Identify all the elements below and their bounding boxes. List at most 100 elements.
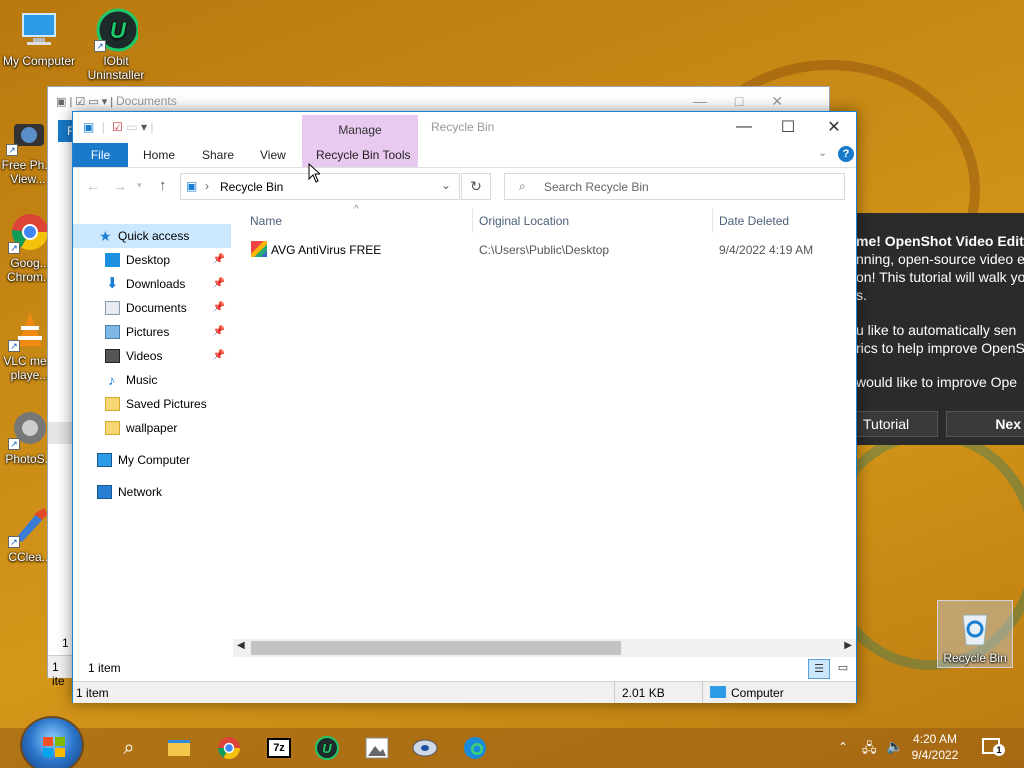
pin-icon: 📌 — [212, 326, 225, 337]
quick-access-toolbar[interactable]: ▣ | ☑ ▭ ▾ | — [83, 120, 153, 134]
up-arrow-icon[interactable]: ↑ — [159, 177, 167, 194]
column-separator[interactable] — [712, 209, 713, 233]
tab-file[interactable]: File — [73, 143, 128, 167]
window-controls[interactable]: —□✕ — [693, 93, 811, 110]
openshot-line: nning, open-source video e — [856, 251, 1024, 267]
forward-arrow-icon[interactable]: → — [113, 178, 127, 194]
chevron-down-icon[interactable]: ▾ — [141, 120, 147, 134]
desktop-icon-label: My Computer — [2, 54, 76, 68]
music-note-icon: ♪ — [108, 372, 115, 388]
tab-recycle-bin-tools[interactable]: Recycle Bin Tools — [306, 143, 421, 167]
tab-view[interactable]: View — [250, 143, 296, 167]
recycle-bin-icon — [953, 605, 997, 649]
document-icon — [105, 301, 120, 315]
back-arrow-icon[interactable]: ← — [86, 178, 100, 194]
ribbon-divider — [73, 167, 856, 168]
expand-ribbon-icon[interactable]: ⌄ — [818, 146, 827, 159]
file-explorer-taskbar-button[interactable] — [156, 728, 202, 768]
sidebar-item-documents[interactable]: Documents 📌 — [73, 296, 231, 320]
minimize-button[interactable]: — — [721, 112, 767, 142]
properties-icon[interactable]: ☑ — [112, 120, 123, 134]
start-button[interactable] — [20, 716, 84, 768]
breadcrumb-separator-icon: › — [205, 179, 209, 193]
sidebar-item-videos[interactable]: Videos 📌 — [73, 344, 231, 368]
column-header-date-deleted[interactable]: Date Deleted — [719, 214, 789, 228]
tab-home[interactable]: Home — [133, 143, 185, 167]
column-header-name[interactable]: Name — [250, 214, 282, 228]
desktop-icon — [105, 253, 120, 267]
computer-icon — [97, 453, 112, 467]
sidebar-item-wallpaper[interactable]: wallpaper — [73, 416, 231, 440]
sidebar-item-label: Quick access — [118, 229, 190, 243]
sidebar-item-pictures[interactable]: Pictures 📌 — [73, 320, 231, 344]
pin-icon: 📌 — [212, 278, 225, 289]
address-bar[interactable]: ▣ › Recycle Bin ⌄ — [180, 173, 460, 200]
file-name[interactable]: AVG AntiVirus FREE — [271, 243, 381, 257]
openshot-line: u like to automatically sen — [856, 322, 1017, 338]
scrollbar-thumb[interactable] — [251, 641, 621, 655]
vlc-cone-icon: ↗ — [8, 308, 52, 352]
sidebar-item-network[interactable]: Network — [73, 480, 231, 504]
network-status-icon[interactable]: 🖧 — [862, 739, 877, 761]
notification-center-icon[interactable]: 1 — [982, 738, 1005, 756]
7zip-icon: 7z — [267, 738, 291, 758]
search-icon[interactable]: ⌕ — [106, 728, 152, 768]
chrome-taskbar-button[interactable] — [206, 728, 252, 768]
maximize-button[interactable]: ☐ — [765, 112, 811, 142]
chevron-down-icon[interactable]: ⌄ — [441, 178, 451, 192]
iobit-taskbar-button[interactable]: U — [304, 728, 350, 768]
close-button[interactable]: ✕ — [811, 112, 857, 142]
mouse-cursor — [308, 162, 322, 186]
sidebar-item-my-computer[interactable]: My Computer — [73, 448, 231, 472]
details-view-icon[interactable]: ☰ — [808, 659, 830, 679]
new-folder-icon[interactable]: ▭ — [126, 120, 137, 134]
nav-selection — [48, 422, 73, 444]
sidebar-item-desktop[interactable]: Desktop 📌 — [73, 248, 231, 272]
status-divider — [614, 682, 615, 703]
pin-icon: 📌 — [212, 302, 225, 313]
sidebar-item-label: Saved Pictures — [126, 397, 207, 411]
column-separator[interactable] — [472, 209, 473, 233]
column-header-original-location[interactable]: Original Location — [479, 214, 569, 228]
file-date-deleted: 9/4/2022 4:19 AM — [719, 243, 814, 257]
tutorial-button[interactable]: Tutorial — [856, 411, 938, 437]
app-taskbar-button[interactable] — [402, 728, 448, 768]
desktop-icon-recycle-bin[interactable]: Recycle Bin — [937, 600, 1013, 668]
download-arrow-icon: ⬇ — [106, 275, 119, 292]
sidebar-item-saved-pictures[interactable]: Saved Pictures — [73, 392, 231, 416]
photos-taskbar-button[interactable] — [354, 728, 400, 768]
search-input[interactable]: ⌕ Search Recycle Bin — [504, 173, 845, 200]
chevron-up-icon[interactable]: ⌃ — [838, 740, 848, 754]
large-icons-view-icon[interactable]: ▭ — [833, 659, 853, 679]
recycle-bin-window[interactable]: Manage ▣ | ☑ ▭ ▾ | Recycle Bin — ☐ ✕ Fil… — [72, 111, 857, 703]
folder-icon — [105, 421, 120, 435]
recent-locations-icon[interactable]: ▾ — [137, 180, 142, 191]
sidebar-item-music[interactable]: ♪ Music — [73, 368, 231, 392]
scroll-right-icon[interactable]: ▶ — [844, 640, 852, 651]
volume-icon[interactable]: 🔈 — [886, 738, 903, 755]
sidebar-item-quick-access[interactable]: ★ Quick access — [73, 224, 231, 248]
sidebar-item-label: Pictures — [126, 325, 170, 339]
next-button[interactable]: Nex — [946, 411, 1024, 437]
7zip-taskbar-button[interactable]: 7z — [256, 728, 302, 768]
sidebar-item-downloads[interactable]: ⬇ Downloads 📌 — [73, 272, 231, 296]
openshot-line: on! This tutorial will walk yo — [856, 269, 1024, 285]
horizontal-scrollbar[interactable]: ◀ ▶ — [233, 639, 856, 657]
edge-taskbar-button[interactable] — [452, 728, 498, 768]
window-title: Recycle Bin — [431, 120, 495, 134]
svg-text:U: U — [322, 741, 332, 756]
tab-share[interactable]: Share — [192, 143, 244, 167]
quick-access-toolbar: ▣ | ☑ ▭ ▾ | — [56, 95, 114, 108]
shortcut-arrow-icon: ↗ — [8, 340, 20, 352]
clock[interactable]: 4:20 AM 9/4/2022 — [905, 731, 965, 763]
refresh-button[interactable]: ↻ — [461, 173, 491, 200]
desktop-icon-iobit-uninstaller[interactable]: U ↗ IObit Uninstaller — [78, 8, 154, 82]
breadcrumb[interactable]: Recycle Bin — [220, 180, 283, 194]
help-icon[interactable]: ? — [838, 146, 854, 162]
desktop-icon-my-computer[interactable]: My Computer — [1, 8, 77, 68]
edge-icon — [464, 737, 486, 759]
status-divider — [702, 682, 703, 703]
folder-icon — [105, 397, 120, 411]
scroll-left-icon[interactable]: ◀ — [237, 640, 245, 651]
shortcut-arrow-icon: ↗ — [94, 40, 106, 52]
